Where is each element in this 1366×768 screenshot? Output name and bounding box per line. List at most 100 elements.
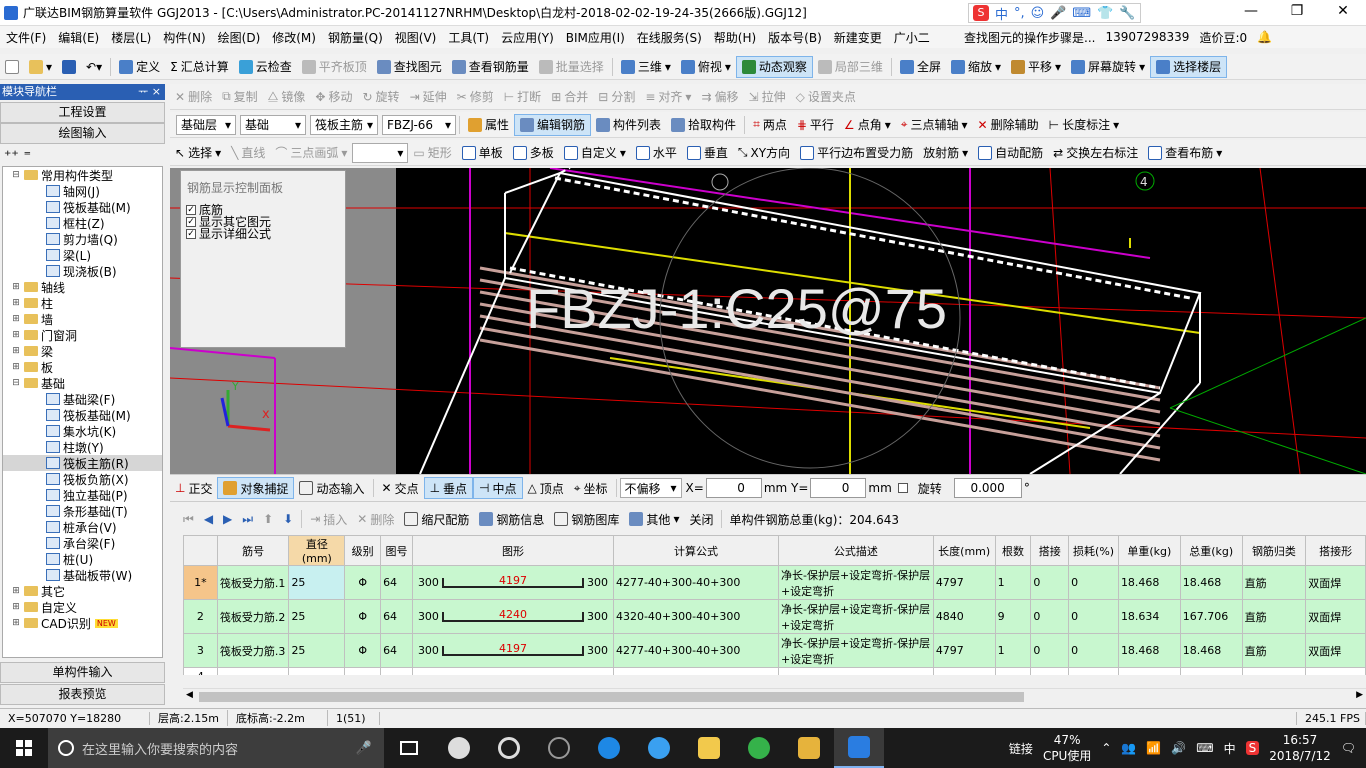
menu-online[interactable]: 在线服务(S) [631,29,708,46]
fullscreen-button[interactable]: 全屏 [895,56,946,78]
cell-diameter[interactable]: 25 [288,599,346,634]
tree-node[interactable]: ⊞ 轴线 [3,279,162,295]
tree-node[interactable]: ⊞ CAD识别 NEW [3,615,162,631]
cell-loss[interactable]: 0 [1068,565,1119,600]
glodon-app-icon[interactable] [834,728,884,768]
table-row[interactable]: 3 筏板受力筋.3 25 Φ 64 300 4197 300 4277-40+300-40+30… [183,633,1366,668]
col-header[interactable]: 计算公式 [612,535,779,566]
vertex-button[interactable]: △ 顶点 [523,477,569,499]
row-number[interactable]: 3 [183,633,218,668]
object-snap-button[interactable]: 对象捕捉 [217,477,295,499]
edge-icon[interactable] [584,728,634,768]
table-cell[interactable] [1117,667,1181,675]
cell-name[interactable]: 筏板受力筋.3 [216,633,290,668]
cell-grade[interactable]: Φ [344,633,382,668]
ie-icon[interactable] [484,728,534,768]
delete-aux-button[interactable]: ✕ 删除辅助 [973,114,1044,136]
menu-floor[interactable]: 楼层(L) [105,29,157,46]
two-point-button[interactable]: ⌗ 两点 [748,114,792,136]
spiral-app-icon[interactable] [534,728,584,768]
cell-diameter[interactable]: 25 [288,633,346,668]
cell-description[interactable]: 净长-保护层+设定弯折-保护层+设定弯折 [777,633,934,668]
break-button[interactable]: ⊢ 打断 [499,86,546,108]
cell-count[interactable]: 9 [994,599,1032,634]
next-icon[interactable]: ▶ [218,508,237,530]
cell-count[interactable]: 1 [994,633,1032,668]
chevron-up-icon[interactable]: ⌃ [1101,741,1111,755]
close-button[interactable]: ✕ [1320,0,1366,24]
rotate-checkbox[interactable] [897,483,908,493]
cell-diameter[interactable]: 25 [288,565,346,600]
cell-grade[interactable]: Φ [344,565,382,600]
dynamic-view-button[interactable]: 动态观察 [735,55,813,78]
length-dim-button[interactable]: ⊢ 长度标注 ▾ [1044,114,1125,136]
move-button[interactable]: ✥ 移动 [310,86,357,108]
cell-category[interactable]: 直筋 [1241,633,1307,668]
mic-icon[interactable]: 🎤 [1050,6,1066,21]
col-header[interactable]: 长度(mm) [932,535,996,566]
stretch-button[interactable]: ⇲ 拉伸 [744,86,791,108]
coordinate-button[interactable]: ⌖ 坐标 [569,477,613,499]
align-button[interactable]: ≡ 对齐 ▾ [640,86,696,108]
cpu-meter[interactable]: 47% CPU使用 [1043,732,1091,764]
cell-category[interactable]: 直筋 [1241,599,1307,634]
cell-length[interactable]: 4797 [932,565,996,600]
table-cell[interactable] [380,667,413,675]
cell-length[interactable]: 4840 [932,599,996,634]
table-row-empty[interactable]: 4 [183,667,1366,675]
ime-lang[interactable]: 中 [995,4,1008,23]
clock[interactable]: 16:57 2018/7/12 [1269,732,1331,764]
tree-node[interactable]: 承台梁(F) [3,535,162,551]
floor-select[interactable]: 基础 ▾ [240,114,306,135]
col-header[interactable]: 级别 [344,535,382,566]
col-header[interactable]: 直径(mm) [288,535,346,566]
cell-grade[interactable]: Φ [344,599,382,634]
copy-button[interactable]: ⧉ 复制 [217,86,263,108]
draw-input-button[interactable]: 绘图输入 [0,123,165,144]
cell-lap-type[interactable]: 双面焊 [1305,565,1366,600]
merge-button[interactable]: ⊞ 合并 [546,86,593,108]
floor-type-select[interactable]: 基础层 ▾ [176,114,236,135]
table-cell[interactable] [344,667,382,675]
offset-button[interactable]: ⇉ 偏移 [696,86,743,108]
top-view-button[interactable]: 俯视 ▾ [676,56,736,78]
cell-figure-no[interactable]: 64 [380,599,413,634]
row-number[interactable]: 2 [183,599,218,634]
ime-toolbar[interactable]: S 中 °, ☺ 🎤 ⌨ 👕 🔧 [968,3,1141,23]
pick-comp-button[interactable]: 拾取构件 [666,114,741,136]
table-cell[interactable] [288,667,346,675]
horizontal-button[interactable]: 水平 [631,142,682,164]
three-point-axis-button[interactable]: ⌖ 三点辅轴 ▾ [896,114,973,136]
wrench-icon[interactable]: 🔧 [1119,6,1135,21]
menu-draw[interactable]: 绘图(D) [212,29,267,46]
shape-select[interactable]: ▾ [352,142,409,163]
multi-slab-button[interactable]: 多板 [508,142,559,164]
midpoint-button[interactable]: ⊣ 中点 [473,477,523,499]
dynamic-input-button[interactable]: 动态输入 [294,477,369,499]
menu-rebar[interactable]: 钢筋量(Q) [322,29,389,46]
arc-button[interactable]: ⌒ 三点画弧 ▾ [270,142,352,164]
cell-lap-type[interactable]: 双面焊 [1305,633,1366,668]
col-header[interactable]: 筋号 [216,535,290,566]
summary-button[interactable]: Σ 汇总计算 [165,56,234,78]
col-header[interactable]: 公式描述 [777,535,934,566]
tree-node[interactable]: ⊞ 其它 [3,583,162,599]
col-header[interactable]: 搭接形 [1305,535,1366,566]
select-floor-button[interactable]: 选择楼层 [1150,55,1228,78]
edit-rebar-button[interactable]: 编辑钢筋 [514,113,592,136]
expand-icon[interactable]: ⊞ [11,618,21,628]
table-cell[interactable] [612,667,779,675]
people-icon[interactable]: 👥 [1121,741,1136,755]
sogou-tray-icon[interactable]: S [1245,741,1260,755]
cell-total-weight[interactable]: 18.468 [1179,565,1243,600]
expand-icon[interactable]: ⊞ [11,298,21,308]
menu-tools[interactable]: 工具(T) [442,29,495,46]
tree-node[interactable]: 筏板负筋(X) [3,471,162,487]
cell-lap[interactable]: 0 [1030,633,1070,668]
cell-unit-weight[interactable]: 18.634 [1117,599,1181,634]
user-phone[interactable]: 13907298339 [1105,30,1189,44]
save-icon[interactable] [57,56,81,78]
360-browser-icon[interactable] [734,728,784,768]
tree-node[interactable]: 柱墩(Y) [3,439,162,455]
other-button[interactable]: 其他 ▾ [624,508,684,530]
